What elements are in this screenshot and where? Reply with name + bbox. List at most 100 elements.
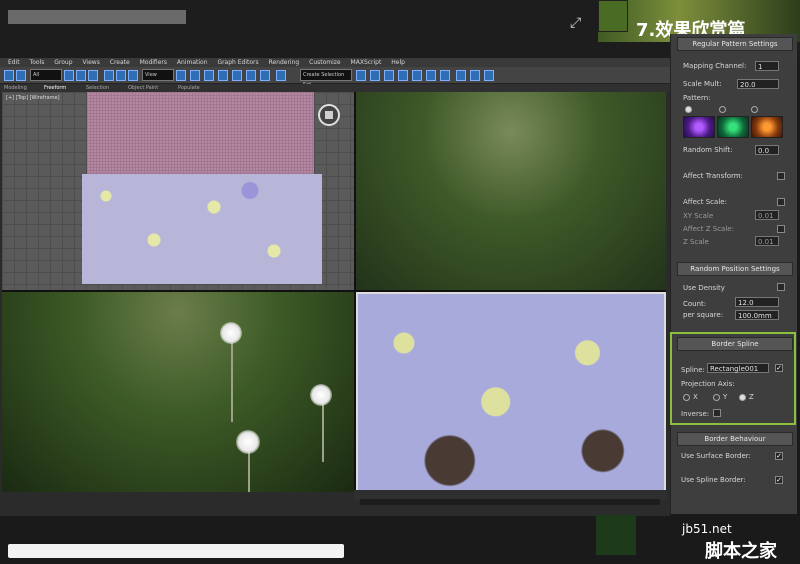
menu-views[interactable]: Views (82, 59, 99, 66)
affect-z-scale-checkbox[interactable] (777, 225, 785, 233)
angle-snap-icon[interactable] (232, 70, 242, 81)
move-icon[interactable] (104, 70, 114, 81)
status-field[interactable] (8, 544, 344, 558)
percent-snap-icon[interactable] (246, 70, 256, 81)
menu-edit[interactable]: Edit (8, 59, 20, 66)
affect-transform-label: Affect Transform: (683, 172, 743, 180)
affect-transform-checkbox[interactable] (777, 172, 785, 180)
viewport-label[interactable]: [+] [Top] [Wireframe] (6, 95, 60, 101)
menu-animation[interactable]: Animation (177, 59, 208, 66)
view-dropdown[interactable]: View (142, 69, 174, 81)
random-position-title[interactable]: Random Position Settings (677, 262, 793, 276)
use-surface-border-label: Use Surface Border: (681, 452, 751, 460)
schematic-view-icon[interactable] (426, 70, 436, 81)
scatter-preview (82, 174, 322, 284)
use-density-checkbox[interactable] (777, 283, 785, 291)
xy-scale-label: XY Scale (683, 212, 714, 220)
spinner-snap-icon[interactable] (260, 70, 270, 81)
tab-populate[interactable]: Populate (178, 85, 200, 91)
menu-customize[interactable]: Customize (309, 59, 341, 66)
layer-manager-icon[interactable] (384, 70, 394, 81)
command-panel: Regular Pattern Settings Mapping Channel… (670, 34, 797, 514)
align-icon[interactable] (370, 70, 380, 81)
render-setup-icon[interactable] (456, 70, 466, 81)
footer-photo (596, 515, 636, 555)
random-shift-field[interactable]: 0.0 (755, 145, 779, 155)
z-scale-field[interactable]: 0.01 (755, 236, 779, 246)
menu-create[interactable]: Create (110, 59, 130, 66)
mapping-channel-field[interactable]: 1 (755, 61, 779, 71)
tab-selection[interactable]: Selection (86, 85, 109, 91)
dandelion (310, 384, 332, 406)
tab-modeling[interactable]: Modeling (4, 85, 27, 91)
xy-scale-field[interactable]: 0.01 (755, 210, 779, 220)
undo-icon[interactable] (4, 70, 14, 81)
per-square-label: per square: (683, 311, 724, 319)
menu-maxscript[interactable]: MAXScript (351, 59, 382, 66)
watermark-name: 脚本之家 (705, 541, 777, 562)
rendered-frame-icon[interactable] (470, 70, 480, 81)
use-surface-border-checkbox[interactable]: ✓ (775, 452, 783, 460)
pattern-wireframe-grid (87, 92, 314, 174)
scatter-perspective-preview (358, 294, 664, 490)
header-photo-tile (598, 0, 628, 32)
select-icon[interactable] (64, 70, 74, 81)
track-bar[interactable] (360, 499, 660, 505)
pattern-swatch-green[interactable] (717, 116, 749, 138)
dandelion (220, 322, 242, 344)
affect-scale-checkbox[interactable] (777, 198, 785, 206)
tab-freeform[interactable]: Freeform (44, 85, 66, 91)
redo-icon[interactable] (16, 70, 26, 81)
pivot-icon[interactable] (176, 70, 186, 81)
render-icon[interactable] (484, 70, 494, 81)
viewport-perspective-active[interactable] (356, 292, 666, 492)
expand-icon[interactable]: ⤢ (570, 16, 584, 30)
menu-bar: Edit Tools Group Views Create Modifiers … (0, 58, 670, 67)
ribbon-tabs: Modeling Freeform Selection Object Paint… (0, 84, 670, 92)
menu-rendering[interactable]: Rendering (269, 59, 300, 66)
use-spline-border-label: Use Spline Border: (681, 476, 746, 484)
pattern-radio-1[interactable] (685, 106, 692, 113)
edit-named-selection-icon[interactable] (276, 70, 286, 81)
count-field[interactable]: 12.0 (735, 297, 779, 307)
z-scale-label: Z Scale (683, 238, 709, 246)
graphite-tools-icon[interactable] (398, 70, 408, 81)
viewport-render-dandelions[interactable] (2, 292, 354, 492)
use-spline-border-checkbox[interactable]: ✓ (775, 476, 783, 484)
regular-pattern-title[interactable]: Regular Pattern Settings (677, 37, 793, 51)
select-by-name-icon[interactable] (76, 70, 86, 81)
scale-icon[interactable] (128, 70, 138, 81)
menu-graph-editors[interactable]: Graph Editors (217, 59, 258, 66)
affect-scale-label: Affect Scale: (683, 198, 727, 206)
rect-select-icon[interactable] (88, 70, 98, 81)
dandelion (236, 430, 260, 454)
menu-modifiers[interactable]: Modifiers (140, 59, 167, 66)
menu-tools[interactable]: Tools (30, 59, 45, 66)
blurred-title (8, 10, 186, 24)
dandelion-stem (248, 452, 250, 492)
mirror-icon[interactable] (356, 70, 366, 81)
pattern-radio-2[interactable] (719, 106, 726, 113)
snap-icon[interactable] (218, 70, 228, 81)
per-square-field[interactable]: 100.0mm (735, 310, 779, 320)
tab-object-paint[interactable]: Object Paint (128, 85, 158, 91)
select-manipulate-icon[interactable] (190, 70, 200, 81)
pattern-radio-3[interactable] (751, 106, 758, 113)
keyboard-shortcut-icon[interactable] (204, 70, 214, 81)
selection-filter-dropdown[interactable]: All (30, 69, 62, 81)
curve-editor-icon[interactable] (412, 70, 422, 81)
border-behaviour-title[interactable]: Border Behaviour (677, 432, 793, 446)
viewport-render-grass[interactable] (356, 92, 666, 290)
material-editor-icon[interactable] (440, 70, 450, 81)
scale-mult-field[interactable]: 20.0 (737, 79, 779, 89)
rotate-icon[interactable] (116, 70, 126, 81)
named-selection-dropdown[interactable]: Create Selection Set (300, 69, 352, 88)
menu-help[interactable]: Help (391, 59, 405, 66)
pattern-swatch-orange[interactable] (751, 116, 783, 138)
viewport-top-wireframe[interactable]: [+] [Top] [Wireframe] (2, 92, 354, 290)
viewcube-nav-icon[interactable] (318, 104, 340, 126)
menu-group[interactable]: Group (54, 59, 72, 66)
pattern-label: Pattern: (683, 94, 711, 102)
pattern-swatch-purple[interactable] (683, 116, 715, 138)
affect-z-scale-label: Affect Z Scale: (683, 225, 734, 233)
